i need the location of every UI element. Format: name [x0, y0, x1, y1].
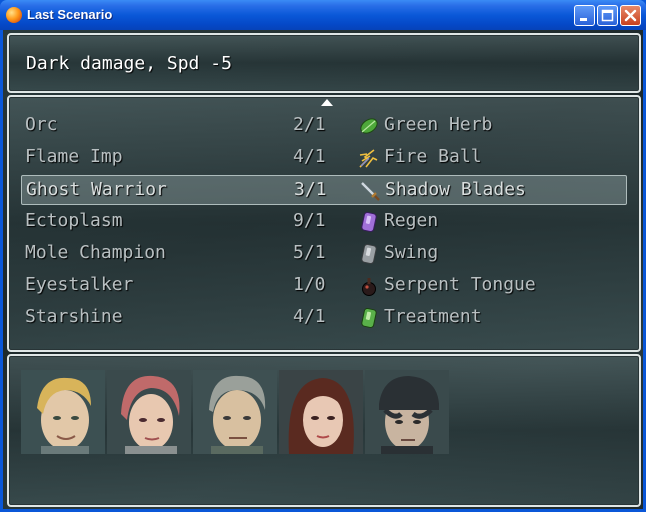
monster-count: 9/1 — [293, 210, 326, 231]
party-window — [7, 354, 641, 507]
list-item[interactable]: Mole Champion 5/1 Swing — [21, 239, 627, 269]
list-item[interactable]: Orc 2/1 Green Herb — [21, 111, 627, 141]
skill-name: Serpent Tongue — [384, 274, 536, 295]
gray-gem-icon — [361, 244, 377, 264]
monster-count: 2/1 — [293, 114, 326, 135]
game-screen: Dark damage, Spd -5 Orc 2/1 Green Herb F… — [3, 30, 643, 509]
monster-name: Ghost Warrior — [26, 179, 167, 200]
portrait-red-haired-woman[interactable] — [107, 370, 191, 454]
list-item[interactable]: Eyestalker 1/0 Serpent Tongue — [21, 271, 627, 301]
skill-name: Swing — [384, 242, 439, 263]
monster-count: 1/0 — [293, 274, 326, 295]
skill-name: Shadow Blades — [385, 179, 526, 200]
list-item[interactable]: Starshine 4/1 Treatment — [21, 303, 627, 333]
list-item[interactable]: Ectoplasm 9/1 Regen — [21, 207, 627, 237]
monster-count: 4/1 — [293, 146, 326, 167]
list-item[interactable]: Flame Imp 4/1 Fire Ball — [21, 143, 627, 173]
maximize-icon — [601, 9, 614, 22]
portrait-dark-haired-woman[interactable] — [279, 370, 363, 454]
application-window: Last Scenario Dark damage, Spd -5 Orc 2/… — [0, 0, 646, 512]
monster-count: 3/1 — [294, 179, 327, 200]
monster-count: 4/1 — [293, 306, 326, 327]
monster-name: Starshine — [25, 306, 123, 327]
purple-gem-icon — [361, 212, 377, 232]
portrait-gray-haired-man[interactable] — [193, 370, 277, 454]
help-window: Dark damage, Spd -5 — [7, 33, 641, 93]
skill-name: Regen — [384, 210, 439, 231]
close-button[interactable] — [620, 5, 641, 26]
skill-name: Green Herb — [384, 114, 493, 135]
title-bar[interactable]: Last Scenario — [0, 0, 646, 30]
bottle-icon — [362, 278, 376, 296]
close-icon — [624, 9, 637, 22]
herb-leaf-icon — [360, 118, 378, 134]
monster-count: 5/1 — [293, 242, 326, 263]
fire-spark-icon — [359, 149, 378, 168]
minimize-icon — [580, 18, 587, 21]
portrait-blond-man[interactable] — [21, 370, 105, 454]
list-item-selected[interactable]: Ghost Warrior 3/1 Shadow Blades — [21, 175, 627, 205]
maximize-button[interactable] — [597, 5, 618, 26]
monster-name: Ectoplasm — [25, 210, 123, 231]
sword-icon — [361, 182, 380, 201]
summon-list-window: Orc 2/1 Green Herb Flame Imp 4/1 Fire Ba… — [7, 95, 641, 352]
monster-name: Mole Champion — [25, 242, 166, 263]
monster-name: Eyestalker — [25, 274, 134, 295]
orb-icon — [6, 7, 22, 23]
skill-name: Treatment — [384, 306, 482, 327]
portrait-capped-man[interactable] — [365, 370, 449, 454]
minimize-button[interactable] — [574, 5, 595, 26]
help-description: Dark damage, Spd -5 — [26, 53, 232, 74]
window-title: Last Scenario — [27, 7, 113, 22]
monster-name: Orc — [25, 114, 58, 135]
skill-name: Fire Ball — [384, 146, 482, 167]
scroll-up-arrow-icon[interactable] — [321, 99, 333, 106]
green-gem-icon — [361, 308, 377, 328]
monster-name: Flame Imp — [25, 146, 123, 167]
